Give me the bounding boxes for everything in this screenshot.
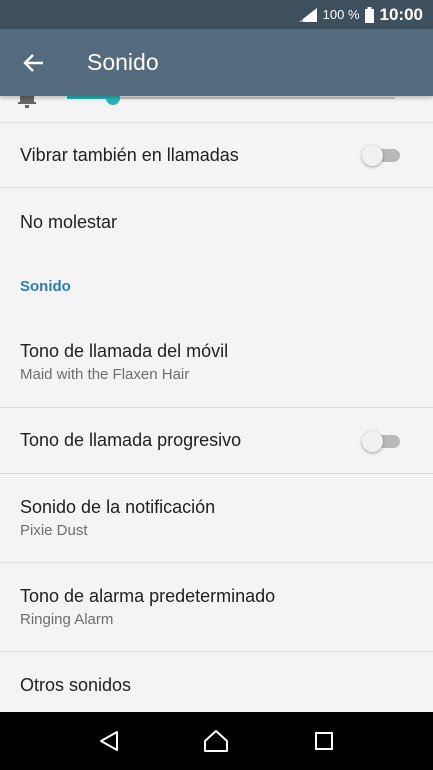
clock: 10:00 bbox=[379, 4, 423, 24]
section-header-sound: Sonido bbox=[20, 277, 71, 295]
home-icon bbox=[204, 730, 229, 752]
settings-list[interactable]: Vibrar también en llamadas No molestar S… bbox=[0, 96, 433, 712]
progressive-ringtone-row[interactable]: Tono de llamada progresivo bbox=[0, 408, 433, 474]
battery-icon bbox=[364, 6, 374, 23]
other-sounds-label: Otros sonidos bbox=[20, 675, 132, 695]
nav-recents-button[interactable] bbox=[304, 721, 344, 761]
default-alarm-value: Ringing Alarm bbox=[20, 611, 114, 628]
recents-icon bbox=[315, 732, 334, 750]
volume-slider[interactable] bbox=[0, 96, 433, 123]
battery-percent: 100 % bbox=[322, 7, 360, 22]
navigation-bar bbox=[0, 712, 433, 770]
do-not-disturb-row[interactable]: No molestar bbox=[0, 188, 433, 256]
back-button[interactable] bbox=[0, 29, 68, 96]
app-bar: Sonido bbox=[0, 29, 433, 96]
notification-sound-row[interactable]: Sonido de la notificación Pixie Dust bbox=[0, 474, 433, 563]
ringtone-row[interactable]: Tono de llamada del móvil Maid with the … bbox=[0, 316, 433, 408]
default-alarm-label: Tono de alarma predeterminado bbox=[20, 586, 276, 606]
page-title: Sonido bbox=[87, 49, 159, 75]
status-bar: 100 % 10:00 bbox=[0, 0, 433, 29]
signal-icon bbox=[298, 7, 317, 22]
notification-sound-label: Sonido de la notificación bbox=[20, 497, 216, 517]
nav-home-button[interactable] bbox=[196, 721, 236, 761]
default-alarm-row[interactable]: Tono de alarma predeterminado Ringing Al… bbox=[0, 563, 433, 652]
progressive-ringtone-toggle[interactable] bbox=[362, 430, 400, 452]
vibrate-in-calls-label: Vibrar también en llamadas bbox=[20, 144, 239, 165]
notification-sound-value: Pixie Dust bbox=[20, 522, 88, 539]
progressive-ringtone-label: Tono de llamada progresivo bbox=[20, 430, 242, 450]
vibrate-in-calls-toggle[interactable] bbox=[362, 145, 400, 166]
vibrate-in-calls-row[interactable]: Vibrar también en llamadas bbox=[0, 123, 433, 188]
volume-thumb[interactable] bbox=[106, 96, 120, 105]
nav-back-button[interactable] bbox=[89, 721, 129, 761]
do-not-disturb-label: No molestar bbox=[20, 211, 118, 232]
back-arrow-icon bbox=[23, 53, 43, 72]
other-sounds-row[interactable]: Otros sonidos bbox=[0, 652, 433, 712]
ringtone-value: Maid with the Flaxen Hair bbox=[20, 365, 190, 383]
back-triangle-icon bbox=[99, 731, 118, 751]
bell-icon bbox=[18, 96, 36, 108]
ringtone-label: Tono de llamada del móvil bbox=[20, 340, 229, 361]
